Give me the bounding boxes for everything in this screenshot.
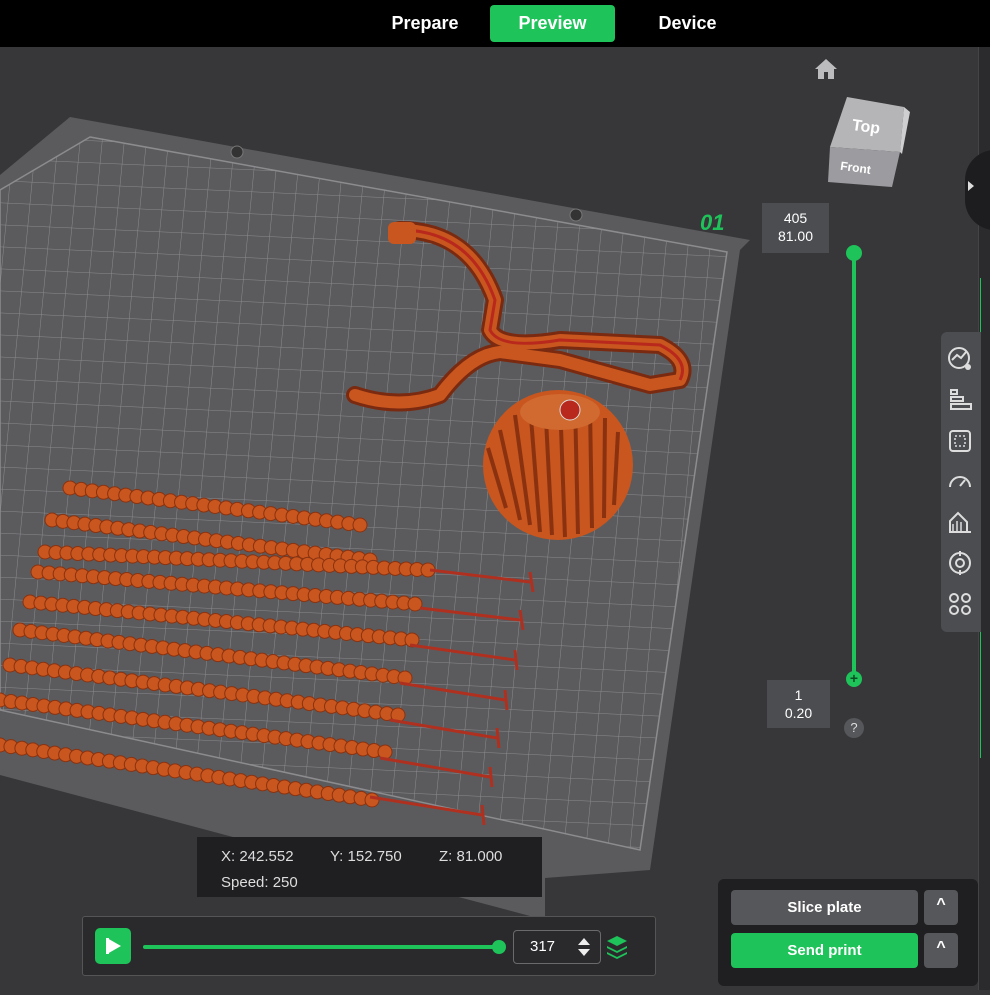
slice-options-button[interactable]: ^ [924, 890, 958, 925]
bed-clip [230, 145, 244, 159]
tab-device[interactable]: Device [645, 5, 730, 42]
assembly-icon[interactable] [947, 591, 973, 617]
bead [364, 792, 380, 808]
move-progress-slider[interactable] [143, 945, 499, 949]
play-icon [106, 938, 121, 954]
seam-icon[interactable] [947, 550, 973, 576]
plate-number: 01 [700, 210, 724, 235]
layer-top-readout: 405 81.00 [762, 203, 829, 253]
chevron-right-icon [968, 181, 974, 191]
move-progress-handle[interactable] [492, 940, 506, 954]
send-print-button[interactable]: Send print [731, 933, 918, 968]
layer-top-number: 405 [783, 210, 808, 226]
slice-plate-button[interactable]: Slice plate [731, 890, 918, 925]
bounding-box-icon[interactable] [947, 428, 973, 454]
sidebar-accent-line [980, 278, 990, 758]
layer-slider-top-handle[interactable] [846, 245, 862, 261]
dome-part [483, 390, 633, 540]
plus-icon: + [849, 670, 859, 686]
coord-x: X: 242.552 [221, 848, 294, 865]
bead [352, 517, 368, 533]
speed-icon[interactable] [947, 469, 973, 495]
statistics-icon[interactable] [947, 346, 973, 372]
layer-top-height: 81.00 [777, 228, 814, 244]
play-button[interactable] [95, 928, 131, 964]
move-step-value: 317 [530, 938, 556, 955]
tab-preview[interactable]: Preview [490, 5, 615, 42]
bead [377, 744, 393, 760]
layer-bottom-readout: 1 0.20 [767, 680, 830, 728]
nav-cube[interactable]: Top Front [822, 92, 912, 192]
support-painting-icon[interactable] [947, 509, 973, 535]
help-icon[interactable]: ? [844, 718, 864, 738]
home-icon[interactable] [813, 57, 839, 81]
layer-bottom-number: 1 [794, 687, 803, 703]
speed-readout: Speed: 250 [221, 874, 298, 891]
tab-prepare[interactable]: Prepare [380, 5, 470, 42]
position-readout: X: 242.552 Y: 152.750 Z: 81.000 Speed: 2… [197, 837, 542, 897]
layer-slider-track[interactable] [852, 253, 856, 680]
bed-clip [569, 208, 583, 222]
layers-icon[interactable] [603, 933, 631, 961]
stepper-arrows-icon[interactable] [576, 935, 592, 959]
layer-align-icon[interactable] [947, 387, 973, 413]
coord-z: Z: 81.000 [439, 848, 503, 865]
top-bar: Prepare Preview Device [0, 0, 990, 47]
send-options-button[interactable]: ^ [924, 933, 958, 968]
coord-y: Y: 152.750 [330, 848, 402, 865]
layer-bottom-height: 0.20 [784, 705, 813, 721]
